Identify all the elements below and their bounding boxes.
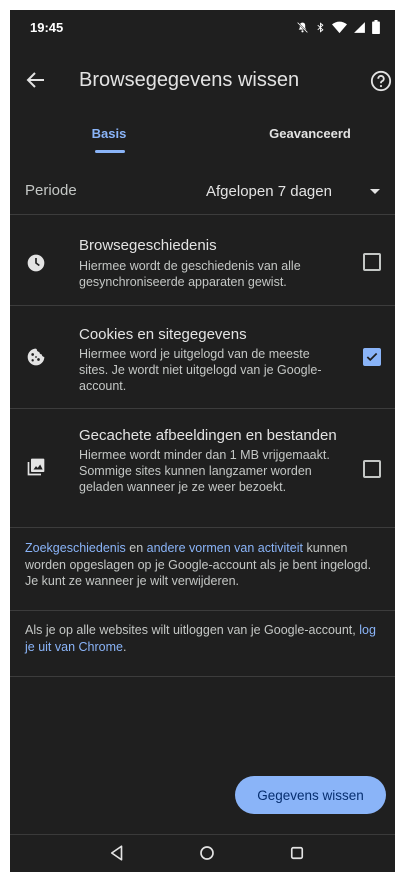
period-label: Periode [25,182,77,199]
wifi-icon [332,21,347,33]
nav-home-button[interactable] [198,844,216,862]
clock-icon [27,254,45,272]
option-title: Browsegeschiedenis [79,237,217,254]
status-icons [296,20,380,34]
status-time: 19:45 [30,19,64,35]
help-button[interactable] [370,70,392,92]
link-other-activity[interactable]: andere vormen van activiteit [147,541,303,555]
help-icon [370,70,392,92]
status-bar: 19:45 [10,10,395,44]
info-text-part: en [125,541,147,555]
info-text-part: Als je op alle websites wilt uitloggen v… [25,623,360,637]
page-title: Browsegegevens wissen [79,69,300,91]
tab-geavanceerd-label: Geavanceerd [269,126,351,141]
info-text-activity: Zoekgeschiedenis en andere vormen van ac… [25,540,385,590]
option-description: Hiermee word je uitgelogd van de meeste … [79,347,322,393]
period-value: Afgelopen 7 dagen [206,182,332,200]
tab-indicator [95,150,125,153]
back-button[interactable] [24,68,48,92]
option-browsing-history[interactable]: Browsegeschiedenis Hiermee wordt de gesc… [10,216,395,306]
system-nav-bar [10,835,395,872]
period-row: Periode Afgelopen 7 dagen [10,160,395,215]
option-cached-images[interactable]: Gecachete afbeeldingen en bestanden Hier… [10,409,395,528]
battery-icon [372,20,380,34]
arrow-back-icon [26,72,44,88]
tab-bar: Basis Geavanceerd [10,110,395,156]
info-text-part: . [122,639,127,654]
tab-basis-label: Basis [91,126,127,141]
nav-home-icon [200,846,214,860]
option-description: Hiermee wordt de geschiedenis van alle g… [79,259,301,289]
cookie-icon [27,348,45,366]
option-title: Gecachete afbeeldingen en bestanden [79,427,337,444]
checkbox-cookies[interactable] [363,348,381,366]
nav-back-button[interactable] [108,844,126,862]
nav-back-icon [110,845,123,861]
bluetooth-icon [317,21,324,33]
app-screen: 19:45 Browsegegevens wissen Basis Geavan… [10,10,395,872]
checkbox-browsing-history[interactable] [363,253,381,271]
signal-icon [354,21,365,33]
clear-data-button[interactable]: Gegevens wissen [235,776,386,814]
link-search-history[interactable]: Zoekgeschiedenis [25,541,126,555]
tab-basis[interactable]: Basis [50,110,168,156]
info-text-signout: Als je op alle websites wilt uitloggen v… [25,622,387,655]
images-icon [27,458,45,476]
tab-geavanceerd[interactable]: Geavanceerd [247,110,373,156]
checkbox-cached-images[interactable] [363,460,381,478]
app-bar: Browsegegevens wissen [10,52,395,108]
period-dropdown[interactable]: Afgelopen 7 dagen [206,176,381,206]
option-cookies[interactable]: Cookies en sitegegevens Hiermee word je … [10,306,395,409]
divider [10,610,395,611]
divider [10,676,395,677]
checkmark-icon [366,352,378,362]
option-title: Cookies en sitegegevens [79,326,247,343]
nav-recents-button[interactable] [288,844,306,862]
dropdown-arrow-icon [370,189,380,194]
nav-recents-icon [290,846,304,860]
option-description: Hiermee wordt minder dan 1 MB vrijgemaak… [79,448,330,494]
mute-icon [297,21,308,33]
